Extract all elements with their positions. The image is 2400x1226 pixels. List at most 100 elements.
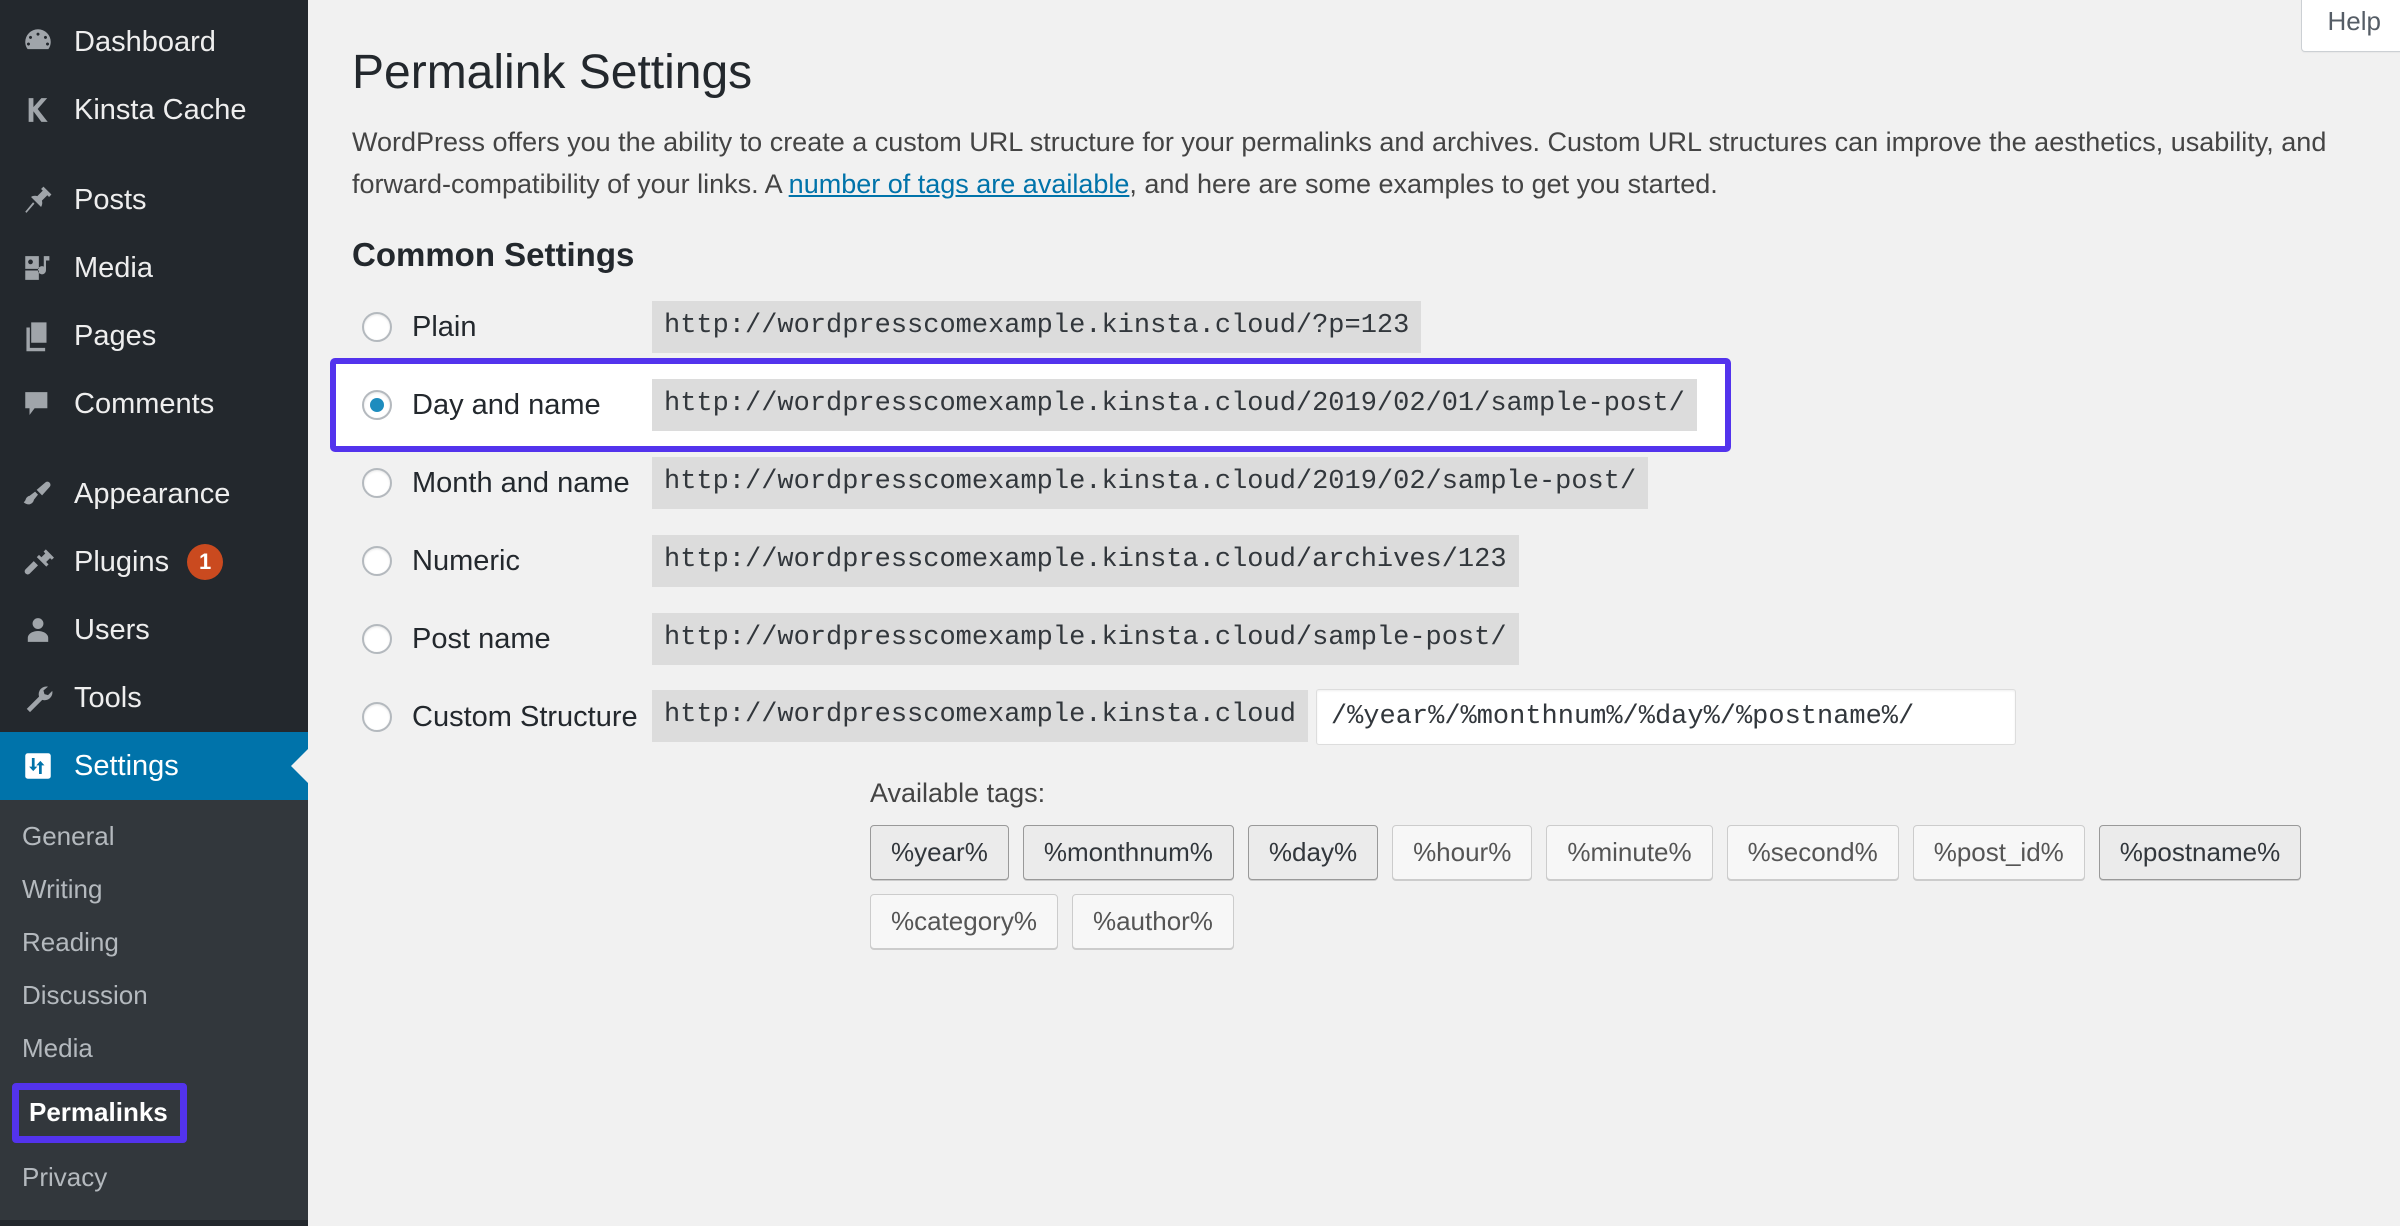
- help-tab[interactable]: Help: [2300, 0, 2400, 52]
- sidebar-item-posts[interactable]: Posts: [0, 166, 308, 234]
- comment-icon: [8, 387, 68, 421]
- sidebar-item-label: Dashboard: [74, 25, 216, 58]
- settings-sliders-icon: [8, 749, 68, 783]
- intro-text-part2: , and here are some examples to get you …: [1129, 169, 1718, 200]
- custom-base-url: http://wordpresscomexample.kinsta.cloud: [652, 690, 1308, 743]
- sidebar-item-kinsta-cache[interactable]: Kinsta Cache: [0, 76, 308, 144]
- radio-option-day-and-name[interactable]: Day and name: [362, 389, 652, 422]
- tag-button[interactable]: %postname%: [2098, 825, 2302, 881]
- sidebar-item-label: Tools: [74, 681, 142, 714]
- radio-button[interactable]: [362, 468, 392, 499]
- sidebar-item-media[interactable]: Media: [0, 234, 308, 302]
- option-example-cell: http://wordpresscomexample.kinsta.cloud/…: [652, 600, 2052, 678]
- submenu-item-media[interactable]: Media: [0, 1022, 308, 1075]
- plug-icon: [8, 545, 68, 579]
- option-label-cell: Month and name: [352, 444, 652, 522]
- radio-option-numeric[interactable]: Numeric: [362, 545, 652, 578]
- tag-button[interactable]: %monthnum%: [1022, 825, 1234, 881]
- permalink-option-row[interactable]: Post name http://wordpresscomexample.kins…: [352, 600, 2052, 678]
- sidebar-item-pages[interactable]: Pages: [0, 302, 308, 370]
- settings-submenu: General Writing Reading Discussion Media Perm…: [0, 800, 308, 1221]
- radio-button[interactable]: [362, 702, 392, 733]
- custom-structure-cell: http://wordpresscomexample.kinsta.cloud /…: [652, 678, 2052, 756]
- plugins-update-badge: 1: [187, 544, 224, 580]
- sidebar-item-settings[interactable]: Settings: [0, 732, 309, 800]
- option-label-cell: Day and name: [352, 366, 652, 444]
- example-url: http://wordpresscomexample.kinsta.cloud/…: [652, 535, 1519, 587]
- sidebar-item-appearance[interactable]: Appearance: [0, 460, 308, 528]
- permalink-option-row[interactable]: Month and name http://wordpresscomexample…: [352, 444, 2052, 522]
- tag-button[interactable]: %year%: [870, 825, 1009, 881]
- tags-link[interactable]: number of tags are available: [789, 169, 1130, 199]
- sidebar-item-label: Media: [74, 251, 153, 284]
- main-content: Help Permalink Settings WordPress offers…: [308, 0, 2400, 1226]
- radio-button[interactable]: [362, 546, 392, 577]
- sidebar-item-label: Pages: [74, 319, 157, 352]
- page-title: Permalink Settings: [352, 46, 753, 99]
- radio-label-text: Day and name: [412, 388, 601, 421]
- user-icon: [8, 613, 68, 647]
- sidebar-item-label: Comments: [74, 387, 215, 420]
- radio-label-text: Plain: [412, 310, 477, 343]
- example-url: http://wordpresscomexample.kinsta.cloud/…: [652, 457, 1649, 509]
- wordpress-admin-screen: Dashboard Kinsta Cache Posts Media Pages Comm…: [0, 0, 2400, 1226]
- tag-button[interactable]: %category%: [870, 894, 1058, 950]
- radio-option-post-name[interactable]: Post name: [362, 623, 652, 656]
- pages-icon: [8, 319, 68, 353]
- custom-structure-input[interactable]: /%year%/%monthnum%/%day%/%postname%/: [1315, 689, 2016, 746]
- sidebar-item-tools[interactable]: Tools: [0, 664, 308, 732]
- radio-label-text: Post name: [412, 622, 551, 655]
- radio-option-month-and-name[interactable]: Month and name: [362, 467, 652, 500]
- tag-button[interactable]: %minute%: [1546, 825, 1713, 881]
- option-example-cell: http://wordpresscomexample.kinsta.cloud/…: [652, 444, 2052, 522]
- radio-option-plain[interactable]: Plain: [362, 311, 652, 344]
- sidebar-item-comments[interactable]: Comments: [0, 370, 308, 438]
- option-label-cell: Custom Structure: [352, 678, 652, 756]
- admin-sidebar: Dashboard Kinsta Cache Posts Media Pages Comm…: [0, 0, 309, 1226]
- custom-structure-row[interactable]: Custom Structure http://wordpresscomexamp…: [352, 678, 2052, 756]
- option-label-cell: Plain: [352, 288, 652, 366]
- current-menu-arrow: [291, 748, 309, 784]
- radio-label-text: Numeric: [412, 544, 520, 577]
- radio-option-custom-structure[interactable]: Custom Structure: [362, 701, 652, 734]
- permalinks-highlight-box: Permalinks: [12, 1082, 187, 1144]
- sidebar-item-users[interactable]: Users: [0, 596, 308, 664]
- paintbrush-icon: [8, 477, 68, 511]
- submenu-item-label: Permalinks: [29, 1096, 168, 1127]
- sidebar-item-label: Kinsta Cache: [74, 93, 247, 126]
- submenu-item-general[interactable]: General: [0, 810, 308, 863]
- option-label-cell: Post name: [352, 600, 652, 678]
- submenu-item-permalinks[interactable]: Permalinks: [0, 1075, 308, 1152]
- permalink-option-row[interactable]: Numeric http://wordpresscomexample.kinsta…: [352, 522, 2052, 600]
- pin-icon: [8, 183, 68, 217]
- permalink-option-row[interactable]: Day and name http://wordpresscomexample.k…: [352, 366, 2052, 444]
- sidebar-item-label: Appearance: [74, 477, 231, 510]
- sidebar-item-label: Settings: [74, 749, 179, 782]
- submenu-item-discussion[interactable]: Discussion: [0, 969, 308, 1022]
- sidebar-item-dashboard[interactable]: Dashboard: [0, 8, 308, 76]
- tag-button[interactable]: %hour%: [1392, 825, 1533, 881]
- radio-button[interactable]: [362, 390, 392, 421]
- sidebar-item-label: Users: [74, 613, 150, 646]
- radio-label-text: Custom Structure: [412, 700, 638, 733]
- submenu-item-reading[interactable]: Reading: [0, 916, 308, 969]
- dashboard-icon: [8, 25, 68, 59]
- option-example-cell: http://wordpresscomexample.kinsta.cloud/…: [652, 522, 2052, 600]
- tag-button[interactable]: %post_id%: [1912, 825, 2085, 881]
- media-icon: [8, 251, 68, 285]
- radio-button[interactable]: [362, 312, 392, 343]
- radio-button[interactable]: [362, 624, 392, 655]
- submenu-item-privacy[interactable]: Privacy: [0, 1151, 308, 1204]
- available-tags-label: Available tags:: [870, 778, 1046, 809]
- option-example-cell: http://wordpresscomexample.kinsta.cloud/…: [652, 288, 2052, 366]
- option-example-cell: http://wordpresscomexample.kinsta.cloud/…: [652, 366, 2052, 444]
- tag-button[interactable]: %day%: [1247, 825, 1379, 881]
- tag-button[interactable]: %author%: [1071, 894, 1234, 950]
- content-area: Permalink Settings WordPress offers you …: [308, 0, 2400, 950]
- sidebar-item-label: Plugins: [74, 545, 170, 578]
- sidebar-item-label: Posts: [74, 183, 147, 216]
- tag-button[interactable]: %second%: [1726, 825, 1899, 881]
- submenu-item-writing[interactable]: Writing: [0, 863, 308, 916]
- sidebar-item-plugins[interactable]: Plugins 1: [0, 528, 308, 596]
- permalink-option-row[interactable]: Plain http://wordpresscomexample.kinsta.c…: [352, 288, 2052, 366]
